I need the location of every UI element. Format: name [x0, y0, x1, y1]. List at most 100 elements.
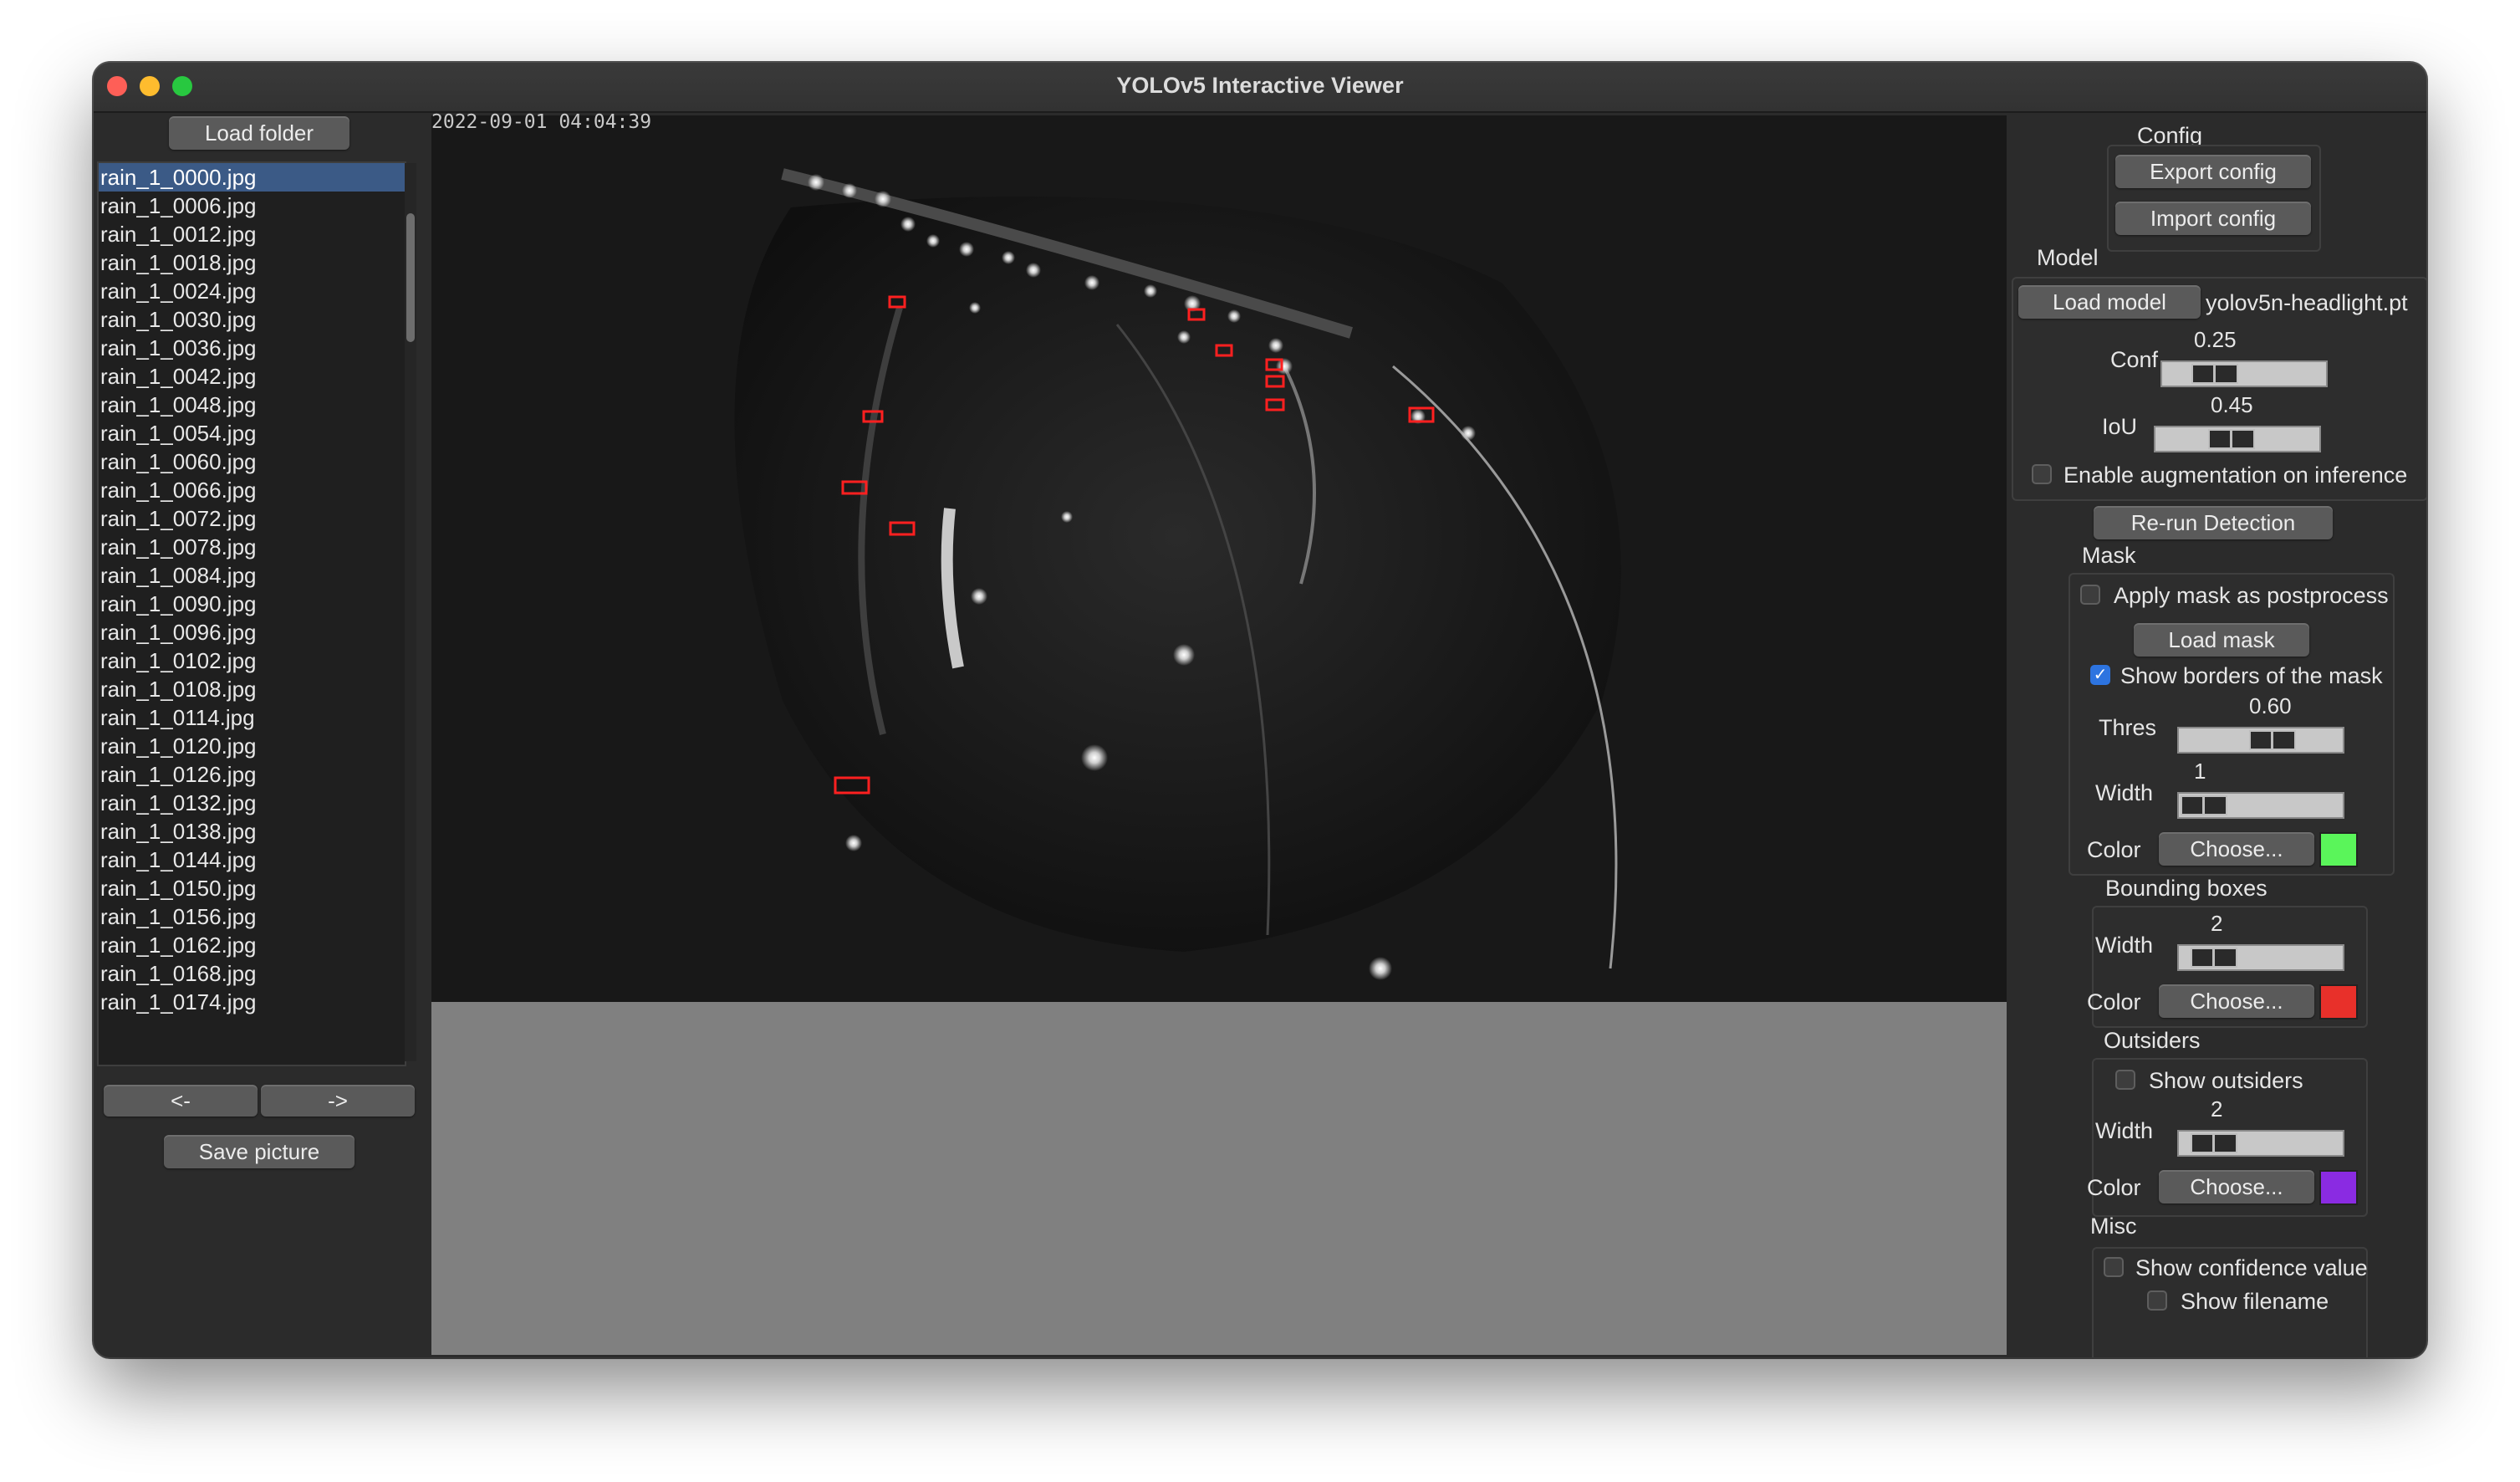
file-list-item[interactable]: rain_1_0132.jpg: [99, 789, 405, 817]
file-list-item[interactable]: rain_1_0168.jpg: [99, 959, 405, 988]
bounding-boxes-section-title: Bounding boxes: [2105, 876, 2267, 901]
mask-section-title: Mask: [2082, 543, 2136, 568]
app-window: YOLOv5 Interactive Viewer Load folder ra…: [94, 63, 2426, 1357]
mask-width-label: Width: [2095, 780, 2154, 805]
camera-frame: [431, 115, 2007, 1002]
bbox-width-slider[interactable]: [2177, 944, 2344, 971]
iou-value: 0.45: [2211, 392, 2253, 417]
augmentation-checkbox[interactable]: [2032, 464, 2052, 484]
outsiders-section-title: Outsiders: [2104, 1028, 2201, 1053]
bbox-width-value: 2: [2211, 911, 2223, 936]
window-title: YOLOv5 Interactive Viewer: [1116, 73, 1404, 98]
previous-image-button[interactable]: <-: [104, 1085, 258, 1117]
file-list-item[interactable]: rain_1_0066.jpg: [99, 476, 405, 504]
file-list-item[interactable]: rain_1_0078.jpg: [99, 533, 405, 561]
file-list[interactable]: rain_1_0000.jpg rain_1_0006.jpg rain_1_001…: [97, 161, 406, 1066]
file-list-item[interactable]: rain_1_0174.jpg: [99, 988, 405, 1016]
file-list-item[interactable]: rain_1_0042.jpg: [99, 362, 405, 391]
show-outsiders-label: Show outsiders: [2149, 1068, 2303, 1093]
file-list-item[interactable]: rain_1_0126.jpg: [99, 760, 405, 789]
thres-slider[interactable]: [2177, 727, 2344, 754]
load-model-button[interactable]: Load model: [2018, 285, 2201, 319]
mask-width-slider[interactable]: [2177, 792, 2344, 819]
apply-mask-label: Apply mask as postprocess: [2114, 583, 2389, 608]
image-timestamp: 2022-09-01 04:04:39: [431, 111, 652, 133]
left-panel: Load folder rain_1_0000.jpg rain_1_0006.j…: [94, 113, 431, 1357]
bbox-color-swatch: [2319, 984, 2358, 1020]
right-panel: Config Export config Import config Model…: [2007, 113, 2426, 1357]
file-list-item[interactable]: rain_1_0060.jpg: [99, 447, 405, 476]
image-viewer[interactable]: [431, 115, 2007, 1355]
misc-section-title: Misc: [2090, 1214, 2137, 1239]
show-confidence-checkbox[interactable]: [2104, 1257, 2124, 1277]
file-list-item[interactable]: rain_1_0114.jpg: [99, 703, 405, 732]
file-list-item[interactable]: rain_1_0036.jpg: [99, 334, 405, 362]
file-list-item[interactable]: rain_1_0108.jpg: [99, 675, 405, 703]
show-outsiders-checkbox[interactable]: [2115, 1070, 2135, 1090]
outsiders-color-label: Color: [2087, 1175, 2141, 1200]
augmentation-label: Enable augmentation on inference: [2063, 462, 2408, 488]
file-list-item[interactable]: rain_1_0144.jpg: [99, 846, 405, 874]
show-borders-checkbox[interactable]: ✓: [2090, 665, 2110, 685]
conf-slider[interactable]: [2160, 360, 2328, 387]
thres-value: 0.60: [2249, 693, 2292, 718]
bbox-color-label: Color: [2087, 989, 2141, 1014]
file-list-item[interactable]: rain_1_0084.jpg: [99, 561, 405, 590]
model-name: yolov5n-headlight.pt: [2206, 290, 2408, 315]
file-list-item[interactable]: rain_1_0090.jpg: [99, 590, 405, 618]
file-list-item[interactable]: rain_1_0006.jpg: [99, 192, 405, 220]
outsiders-color-choose-button[interactable]: Choose...: [2159, 1170, 2314, 1203]
import-config-button[interactable]: Import config: [2115, 202, 2311, 235]
title-bar: YOLOv5 Interactive Viewer: [94, 63, 2426, 113]
conf-label: Conf: [2110, 347, 2159, 372]
outsiders-color-swatch: [2319, 1170, 2358, 1205]
file-list-item[interactable]: rain_1_0156.jpg: [99, 902, 405, 931]
rerun-detection-button[interactable]: Re-run Detection: [2094, 506, 2333, 539]
mask-color-swatch: [2319, 832, 2358, 867]
file-list-item[interactable]: rain_1_0018.jpg: [99, 248, 405, 277]
mask-width-value: 1: [2194, 759, 2206, 784]
load-folder-button[interactable]: Load folder: [169, 116, 349, 150]
show-confidence-label: Show confidence value: [2135, 1255, 2368, 1280]
file-list-item[interactable]: rain_1_0072.jpg: [99, 504, 405, 533]
outsiders-width-label: Width: [2095, 1118, 2154, 1143]
outsiders-width-slider[interactable]: [2177, 1130, 2344, 1157]
file-list-item[interactable]: rain_1_0162.jpg: [99, 931, 405, 959]
show-filename-checkbox[interactable]: [2147, 1290, 2167, 1311]
file-list-item[interactable]: rain_1_0120.jpg: [99, 732, 405, 760]
outsiders-width-slider-handle[interactable]: [2191, 1133, 2237, 1153]
file-list-item[interactable]: rain_1_0012.jpg: [99, 220, 405, 248]
mask-color-label: Color: [2087, 837, 2141, 862]
iou-slider[interactable]: [2154, 426, 2321, 452]
file-list-item[interactable]: rain_1_0000.jpg: [99, 163, 405, 192]
outsiders-width-value: 2: [2211, 1096, 2223, 1122]
mask-color-choose-button[interactable]: Choose...: [2159, 832, 2314, 866]
file-list-item[interactable]: rain_1_0030.jpg: [99, 305, 405, 334]
iou-slider-handle[interactable]: [2208, 429, 2255, 449]
conf-slider-handle[interactable]: [2191, 364, 2238, 384]
model-section-title: Model: [2037, 245, 2099, 270]
save-picture-button[interactable]: Save picture: [164, 1135, 355, 1168]
bbox-color-choose-button[interactable]: Choose...: [2159, 984, 2314, 1018]
thres-slider-handle[interactable]: [2249, 730, 2296, 750]
next-image-button[interactable]: ->: [261, 1085, 415, 1117]
file-list-scrollbar-thumb[interactable]: [406, 213, 415, 342]
file-list-item[interactable]: rain_1_0150.jpg: [99, 874, 405, 902]
thres-label: Thres: [2099, 715, 2157, 740]
file-list-item[interactable]: rain_1_0054.jpg: [99, 419, 405, 447]
file-list-item[interactable]: rain_1_0102.jpg: [99, 646, 405, 675]
export-config-button[interactable]: Export config: [2115, 155, 2311, 188]
load-mask-button[interactable]: Load mask: [2134, 623, 2309, 657]
show-filename-label: Show filename: [2181, 1289, 2329, 1314]
file-list-item[interactable]: rain_1_0048.jpg: [99, 391, 405, 419]
show-borders-label: Show borders of the mask: [2120, 663, 2383, 688]
conf-value: 0.25: [2194, 327, 2237, 352]
apply-mask-checkbox[interactable]: [2080, 585, 2100, 605]
file-list-item[interactable]: rain_1_0096.jpg: [99, 618, 405, 646]
file-list-item[interactable]: rain_1_0138.jpg: [99, 817, 405, 846]
iou-label: IoU: [2102, 414, 2138, 439]
mask-width-slider-handle[interactable]: [2181, 795, 2227, 815]
file-list-item[interactable]: rain_1_0024.jpg: [99, 277, 405, 305]
bbox-width-slider-handle[interactable]: [2191, 948, 2237, 968]
bbox-width-label: Width: [2095, 933, 2154, 958]
